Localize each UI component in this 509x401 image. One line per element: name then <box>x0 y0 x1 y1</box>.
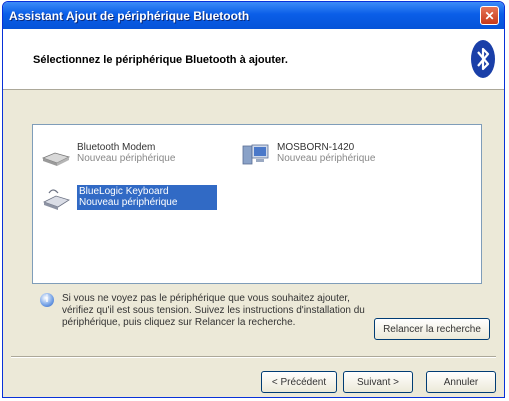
keyboard-icon <box>42 189 70 210</box>
device-list[interactable]: Bluetooth Modem Nouveau périphérique MOS… <box>32 124 482 284</box>
device-item[interactable]: Bluetooth Modem Nouveau périphérique <box>41 142 175 168</box>
rescan-button[interactable]: Relancer la recherche <box>374 318 490 340</box>
modem-icon <box>41 152 71 166</box>
header-title: Sélectionnez le périphérique Bluetooth à… <box>33 54 288 66</box>
info-icon: i <box>40 293 54 307</box>
info-text: Si vous ne voyez pas le périphérique que… <box>62 293 365 328</box>
next-button[interactable]: Suivant > <box>343 371 413 393</box>
device-status: Nouveau périphérique <box>77 153 176 164</box>
device-name: BlueLogic Keyboard <box>79 186 169 197</box>
wizard-header: Sélectionnez le périphérique Bluetooth à… <box>3 29 504 90</box>
separator <box>11 356 496 358</box>
device-item[interactable]: MOSBORN-1420 Nouveau périphérique <box>241 142 375 168</box>
wizard-window: Assistant Ajout de périphérique Bluetoot… <box>2 1 505 398</box>
device-status: Nouveau périphérique <box>277 153 376 164</box>
computer-icon <box>242 144 269 165</box>
close-button[interactable]: ✕ <box>480 6 499 25</box>
back-button[interactable]: < Précédent <box>261 371 337 393</box>
bluetooth-icon <box>471 40 495 78</box>
device-status: Nouveau périphérique <box>79 197 178 208</box>
device-item-selected[interactable]: BlueLogic Keyboard Nouveau périphérique <box>41 185 218 211</box>
title-bar[interactable]: Assistant Ajout de périphérique Bluetoot… <box>3 2 504 29</box>
cancel-button[interactable]: Annuler <box>426 371 496 393</box>
device-name: MOSBORN-1420 <box>277 142 355 153</box>
close-icon: ✕ <box>484 8 495 23</box>
device-name: Bluetooth Modem <box>77 142 156 153</box>
window-title: Assistant Ajout de périphérique Bluetoot… <box>9 8 250 23</box>
